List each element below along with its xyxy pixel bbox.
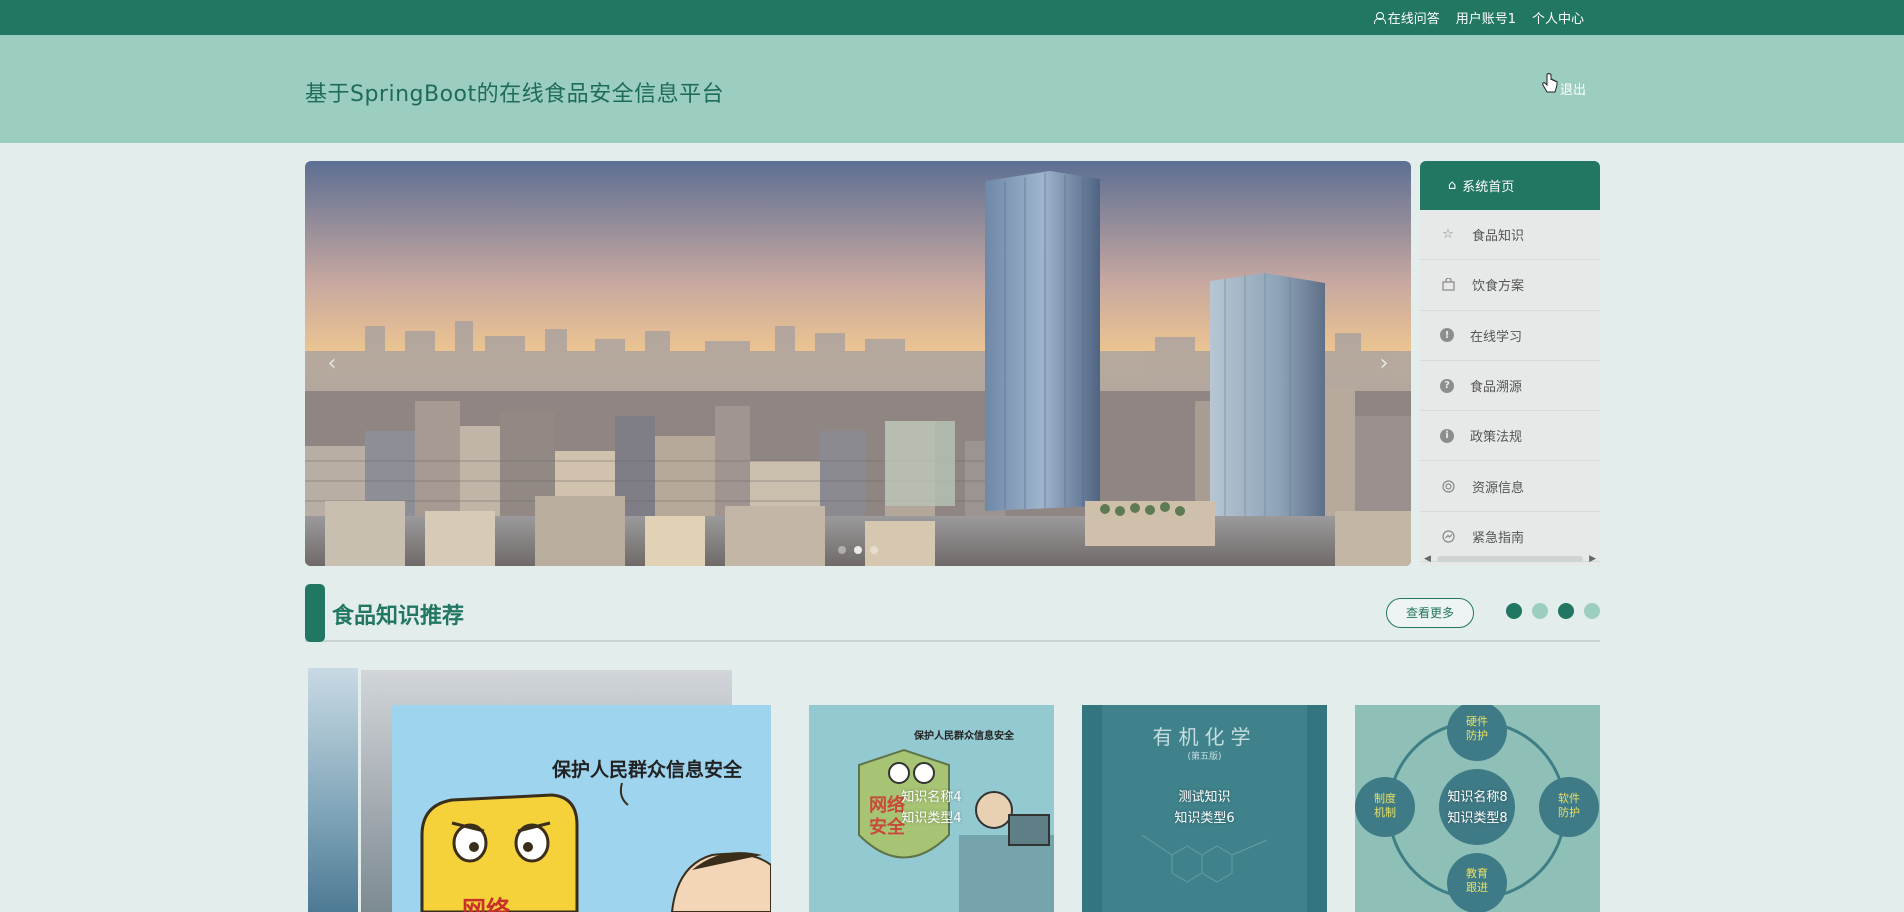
scroll-track[interactable] bbox=[1436, 556, 1584, 562]
sidemenu-item-label: 食品知识 bbox=[1472, 229, 1525, 245]
knowledge-card[interactable]: 硬件防护 软件防护 制度机制 教育跟进 知识名称8 知识类型8 bbox=[1355, 705, 1600, 912]
banner-dot[interactable] bbox=[870, 546, 878, 554]
card-caption: 测试知识 知识类型6 bbox=[1082, 787, 1327, 829]
card-title: 知识名称4 bbox=[901, 790, 962, 805]
card-type: 知识类型6 bbox=[1174, 811, 1235, 826]
sidemenu-item-label: 政策法规 bbox=[1470, 430, 1523, 446]
top-bar: 在线问答 用户账号1 个人中心 bbox=[0, 0, 1904, 35]
node-text: 硬件防护 bbox=[1466, 715, 1488, 742]
sidemenu-item-food-knowledge[interactable]: ☆ 食品知识 bbox=[1420, 210, 1600, 261]
sidemenu-item-resources[interactable]: 资源信息 bbox=[1420, 461, 1600, 512]
pager-dot[interactable] bbox=[1532, 603, 1548, 619]
home-icon: ⌂ bbox=[1448, 178, 1457, 193]
city-skyline-image bbox=[305, 161, 1411, 566]
sidemenu-item-diet-plan[interactable]: 饮食方案 bbox=[1420, 260, 1600, 311]
scroll-right-icon[interactable]: ▶ bbox=[1589, 554, 1596, 564]
question-icon: ? bbox=[1440, 378, 1454, 393]
knowledge-card[interactable]: 有机化学 (第五版) 测试知识 知识类型6 bbox=[1082, 705, 1327, 912]
side-menu: ⌂ 系统首页 ☆ 食品知识 饮食方案 ! 在线学习 ? 食品溯源 i 政策法规 … bbox=[1420, 161, 1600, 566]
sidemenu-item-policy[interactable]: i 政策法规 bbox=[1420, 411, 1600, 462]
card-type: 知识类型8 bbox=[1447, 811, 1508, 826]
card-title: 测试知识 bbox=[1178, 790, 1231, 805]
card-image-text: 保护人民群众信息安全 bbox=[914, 731, 1014, 742]
section-accent-bar bbox=[305, 584, 325, 642]
security-poster-image bbox=[392, 705, 771, 912]
card-type: 知识类型4 bbox=[901, 811, 962, 826]
poster-headline: 保护人民群众信息安全 bbox=[552, 759, 743, 781]
site-header: 基于SpringBoot的在线食品安全信息平台 退出 bbox=[0, 35, 1904, 143]
scroll-left-icon[interactable]: ◀ bbox=[1424, 554, 1431, 564]
account-link[interactable]: 用户账号1 bbox=[1456, 8, 1516, 27]
banner-dot[interactable] bbox=[854, 546, 862, 554]
sidemenu-item-label: 在线学习 bbox=[1470, 329, 1523, 345]
info-icon: i bbox=[1440, 428, 1454, 443]
qa-link[interactable]: 在线问答 bbox=[1373, 8, 1440, 27]
banner-indicators bbox=[305, 546, 1411, 554]
gauge-icon bbox=[1440, 528, 1456, 544]
poster-badge: 网络 bbox=[462, 896, 510, 912]
pager-dot[interactable] bbox=[1584, 603, 1600, 619]
sidemenu-item-label: 紧急指南 bbox=[1472, 530, 1525, 546]
card-image-text: 有机化学 bbox=[1152, 725, 1257, 749]
section-title: 食品知识推荐 bbox=[332, 604, 465, 629]
exclamation-icon: ! bbox=[1440, 328, 1454, 343]
pager-dot[interactable] bbox=[1558, 603, 1574, 619]
card-image-subtext: (第五版) bbox=[1187, 752, 1222, 762]
card-sea-strip[interactable] bbox=[308, 668, 358, 912]
pager-dot[interactable] bbox=[1506, 603, 1522, 619]
star-icon: ☆ bbox=[1442, 227, 1454, 243]
card-caption: 知识名称8 知识类型8 bbox=[1355, 787, 1600, 829]
banner-prev-arrow[interactable]: ‹ bbox=[319, 347, 345, 381]
node-text: 教育跟进 bbox=[1466, 867, 1488, 894]
qa-link-label: 在线问答 bbox=[1387, 12, 1440, 27]
sidemenu-item-label: 饮食方案 bbox=[1472, 279, 1525, 295]
view-more-button[interactable]: 查看更多 bbox=[1386, 598, 1474, 628]
section-header: 食品知识推荐 查看更多 bbox=[305, 584, 1600, 642]
banner-carousel[interactable]: ‹ › bbox=[305, 161, 1411, 566]
logout-link[interactable]: 退出 bbox=[1560, 79, 1586, 98]
sidemenu-scrollbar[interactable]: ◀ ▶ bbox=[1420, 552, 1600, 566]
lifebuoy-icon bbox=[1440, 478, 1456, 494]
user-icon bbox=[1373, 12, 1386, 24]
section-pager bbox=[1506, 603, 1600, 619]
hand-cursor-icon bbox=[1542, 73, 1558, 93]
sidemenu-home-label: 系统首页 bbox=[1462, 180, 1515, 195]
card-caption: 知识名称4 知识类型4 bbox=[809, 787, 1054, 829]
sidemenu-home[interactable]: ⌂ 系统首页 bbox=[1420, 161, 1600, 210]
bag-icon bbox=[1440, 277, 1456, 293]
sidemenu-item-label: 食品溯源 bbox=[1470, 380, 1523, 396]
site-title: 基于SpringBoot的在线食品安全信息平台 bbox=[305, 82, 725, 107]
card-poster[interactable]: 保护人民群众信息安全 网络 bbox=[392, 705, 771, 912]
card-title: 知识名称8 bbox=[1447, 790, 1508, 805]
sidemenu-item-online-learning[interactable]: ! 在线学习 bbox=[1420, 311, 1600, 361]
banner-next-arrow[interactable]: › bbox=[1371, 347, 1397, 381]
profile-link[interactable]: 个人中心 bbox=[1532, 8, 1584, 27]
banner-dot[interactable] bbox=[838, 546, 846, 554]
knowledge-card[interactable]: 保护人民群众信息安全 网络安全 知识名称4 知识类型4 bbox=[809, 705, 1054, 912]
sidemenu-item-food-tracing[interactable]: ? 食品溯源 bbox=[1420, 361, 1600, 412]
sidemenu-item-label: 资源信息 bbox=[1472, 480, 1525, 496]
